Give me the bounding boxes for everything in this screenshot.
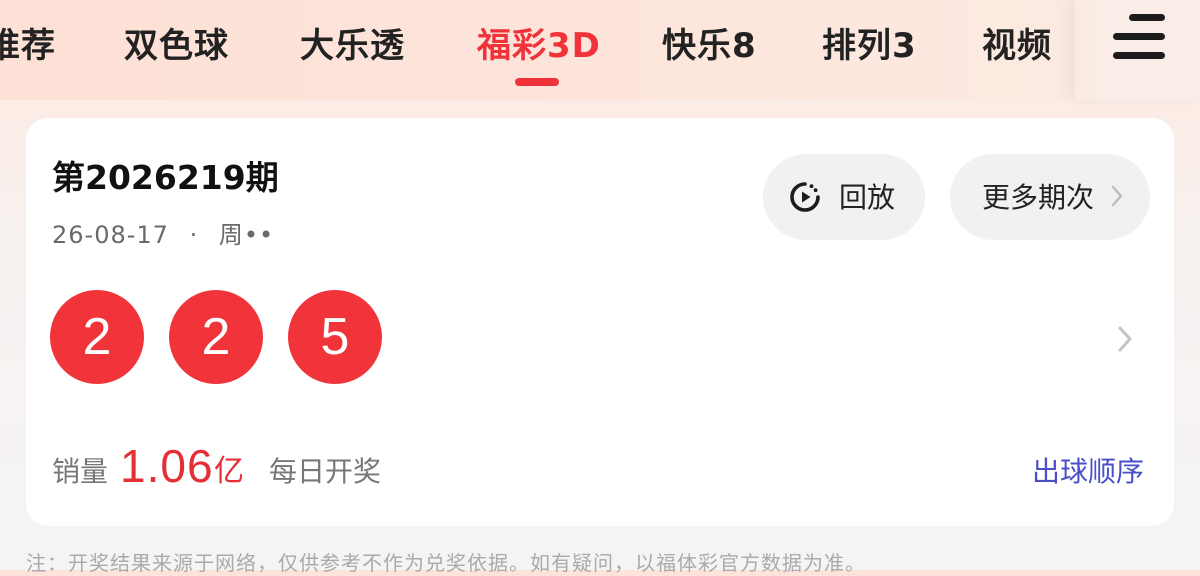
- chevron-right-icon[interactable]: [1116, 324, 1134, 354]
- draw-date: 26-08-17: [52, 221, 169, 249]
- sales-value: 1.06: [120, 440, 214, 492]
- tab-super-lotto[interactable]: 大乐透: [300, 26, 405, 66]
- draw-date-line: 26-08-17 · 周••: [52, 220, 274, 250]
- chevron-right-icon: [1111, 185, 1123, 207]
- number-ball: 2: [50, 290, 144, 384]
- tab-video[interactable]: 视频: [982, 26, 1052, 66]
- tab-happy-8[interactable]: 快乐8: [662, 26, 757, 66]
- ball-order-link[interactable]: 出球顺序: [1032, 454, 1144, 490]
- lottery-tabs: 推荐 双色球 大乐透 福彩3D 快乐8 排列3 视频: [0, 0, 1075, 100]
- disclaimer-note: 注：开奖结果来源于网络，仅供参考不作为兑奖依据。如有疑问，以福体彩官方数据为准。: [26, 551, 866, 575]
- replay-label: 回放: [839, 181, 896, 214]
- tab-pailie-3[interactable]: 排列3: [822, 26, 917, 66]
- draw-result-card: 第2026219期 26-08-17 · 周•• 回放 更多期次 2 2 5 销…: [26, 118, 1174, 526]
- more-periods-button[interactable]: 更多期次: [950, 154, 1150, 240]
- sales-unit: 亿: [214, 454, 244, 489]
- more-periods-label: 更多期次: [982, 181, 1095, 214]
- tab-double-color-ball[interactable]: 双色球: [124, 26, 229, 66]
- date-separator: ·: [189, 221, 199, 249]
- top-tab-bar: 推荐 双色球 大乐透 福彩3D 快乐8 排列3 视频: [0, 0, 1200, 100]
- draw-weekday: 周••: [218, 221, 275, 249]
- active-tab-indicator: [515, 78, 559, 86]
- replay-icon: [790, 182, 820, 212]
- number-ball: 5: [288, 290, 382, 384]
- sales-label: 销量: [52, 455, 109, 488]
- draw-period-title: 第2026219期: [52, 158, 279, 197]
- hamburger-menu-icon[interactable]: [1113, 14, 1165, 60]
- tab-recommend[interactable]: 推荐: [0, 26, 56, 66]
- draw-frequency: 每日开奖: [269, 455, 382, 488]
- number-ball: 2: [169, 290, 263, 384]
- tab-fucai-3d[interactable]: 福彩3D: [477, 26, 601, 66]
- replay-button[interactable]: 回放: [763, 154, 925, 240]
